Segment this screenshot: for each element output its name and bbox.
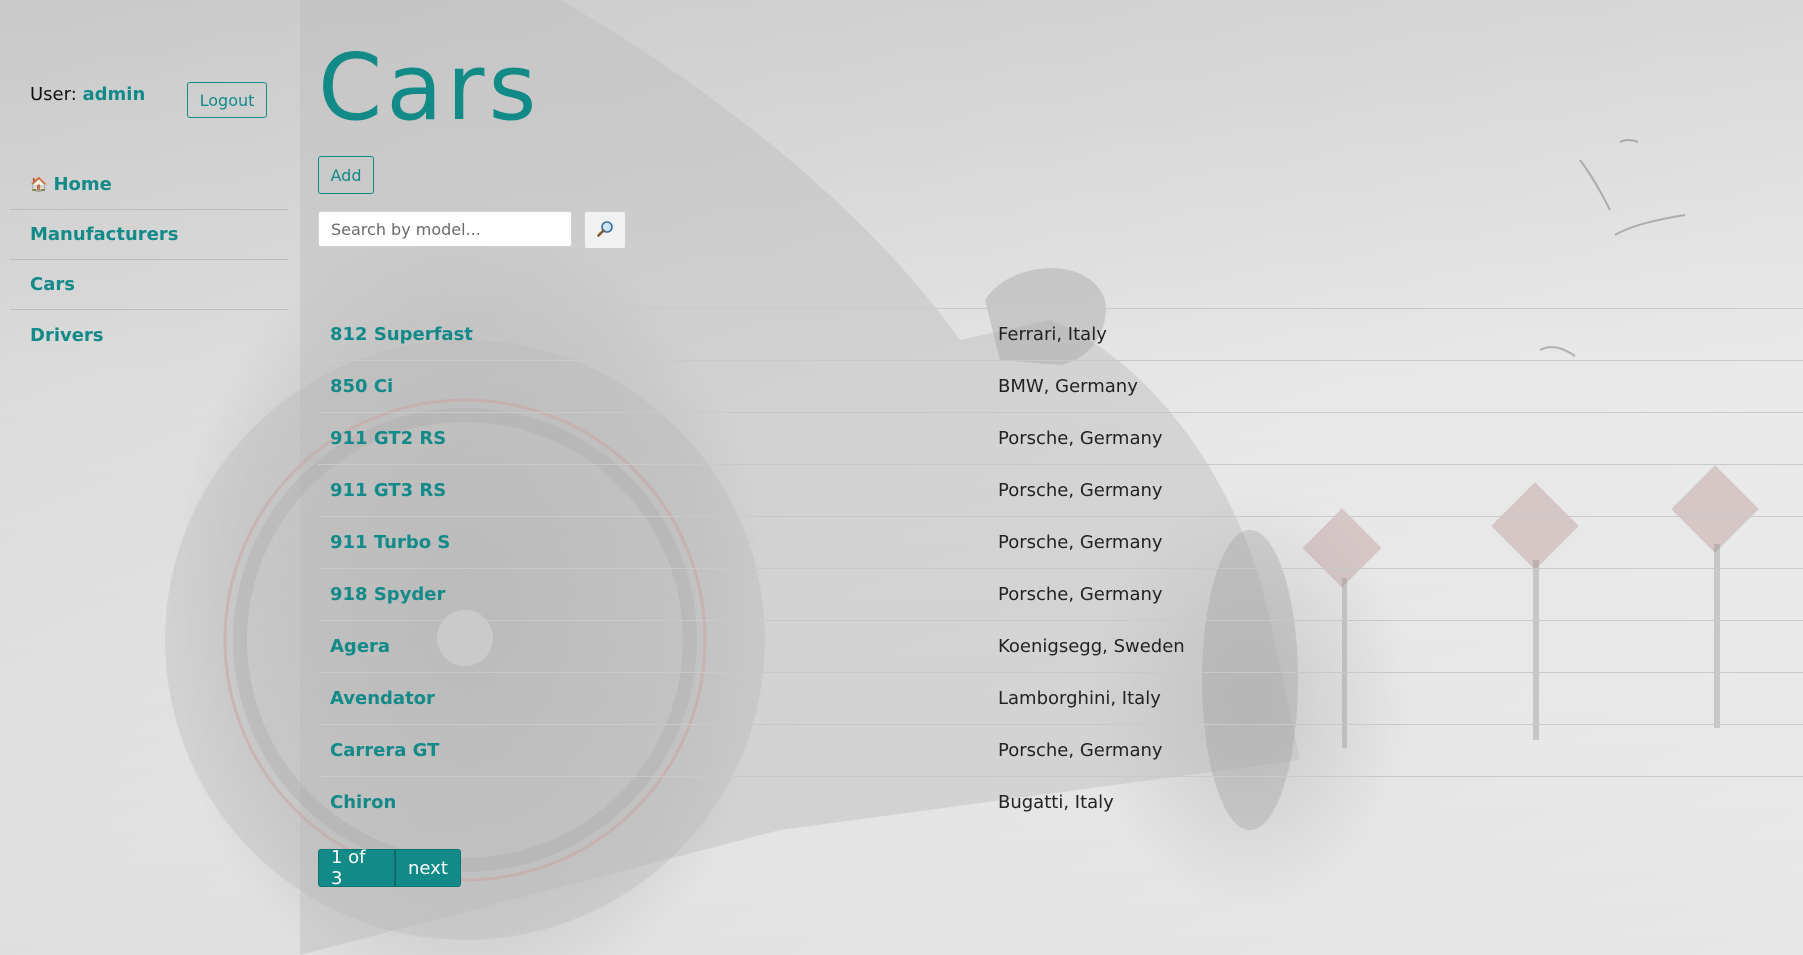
car-manufacturer: BMW, Germany xyxy=(998,376,1138,397)
user-info: User: admin xyxy=(30,84,145,105)
magnifier-icon xyxy=(596,220,614,241)
car-manufacturer: Bugatti, Italy xyxy=(998,792,1114,814)
car-manufacturer: Porsche, Germany xyxy=(998,584,1163,605)
username[interactable]: admin xyxy=(83,84,146,105)
car-model-link[interactable]: 911 Turbo S xyxy=(318,517,986,569)
current-page-indicator: 1 of 3 xyxy=(318,847,395,889)
pagination: 1 of 3 next xyxy=(318,847,461,889)
car-model-link[interactable]: Chiron xyxy=(318,777,986,829)
table-row: 911 GT3 RS Porsche, Germany xyxy=(318,464,1803,517)
car-model-link[interactable]: Agera xyxy=(318,621,986,673)
sidebar-nav: 🏠 Home Manufacturers Cars Drivers xyxy=(10,160,288,360)
car-manufacturer: Porsche, Germany xyxy=(998,428,1163,449)
sidebar-item-label: Manufacturers xyxy=(30,224,179,245)
table-row: Carrera GT Porsche, Germany xyxy=(318,724,1803,777)
sidebar-item-cars[interactable]: Cars xyxy=(10,260,288,310)
car-manufacturer: Koenigsegg, Sweden xyxy=(998,636,1185,657)
table-row: 850 Ci BMW, Germany xyxy=(318,360,1803,413)
table-row: 918 Spyder Porsche, Germany xyxy=(318,568,1803,621)
car-model-link[interactable]: 850 Ci xyxy=(318,361,986,413)
sidebar-item-label: Cars xyxy=(30,274,75,295)
page-title: Cars xyxy=(318,34,541,141)
search-input[interactable] xyxy=(318,211,572,247)
search-button[interactable] xyxy=(584,211,626,249)
car-manufacturer: Lamborghini, Italy xyxy=(998,688,1161,709)
sidebar-item-manufacturers[interactable]: Manufacturers xyxy=(10,210,288,260)
add-car-button[interactable]: Add xyxy=(318,156,374,194)
car-manufacturer: Porsche, Germany xyxy=(998,480,1163,501)
car-manufacturer: Ferrari, Italy xyxy=(998,324,1107,345)
car-manufacturer: Porsche, Germany xyxy=(998,532,1163,553)
car-model-link[interactable]: 918 Spyder xyxy=(318,569,986,621)
sidebar-item-drivers[interactable]: Drivers xyxy=(10,310,288,360)
home-icon: 🏠 xyxy=(30,176,48,193)
car-model-link[interactable]: Avendator xyxy=(318,673,986,725)
car-model-link[interactable]: Carrera GT xyxy=(318,725,986,777)
user-label: User: xyxy=(30,84,77,105)
car-model-link[interactable]: 812 Superfast xyxy=(318,309,986,361)
sidebar-item-label: Home xyxy=(53,174,112,195)
sidebar-item-home[interactable]: 🏠 Home xyxy=(10,160,288,210)
table-row: Chiron Bugatti, Italy xyxy=(318,776,1803,829)
table-row: 911 Turbo S Porsche, Germany xyxy=(318,516,1803,569)
cars-table: 812 Superfast Ferrari, Italy 850 Ci BMW,… xyxy=(318,308,1803,829)
car-manufacturer: Porsche, Germany xyxy=(998,740,1163,761)
table-row: 812 Superfast Ferrari, Italy xyxy=(318,308,1803,361)
car-model-link[interactable]: 911 GT3 RS xyxy=(318,465,986,517)
sidebar-item-label: Drivers xyxy=(30,324,104,346)
car-model-link[interactable]: 911 GT2 RS xyxy=(318,413,986,465)
table-row: Avendator Lamborghini, Italy xyxy=(318,672,1803,725)
table-row: 911 GT2 RS Porsche, Germany xyxy=(318,412,1803,465)
table-row: Agera Koenigsegg, Sweden xyxy=(318,620,1803,673)
logout-button[interactable]: Logout xyxy=(187,82,267,118)
next-page-button[interactable]: next xyxy=(395,849,461,887)
